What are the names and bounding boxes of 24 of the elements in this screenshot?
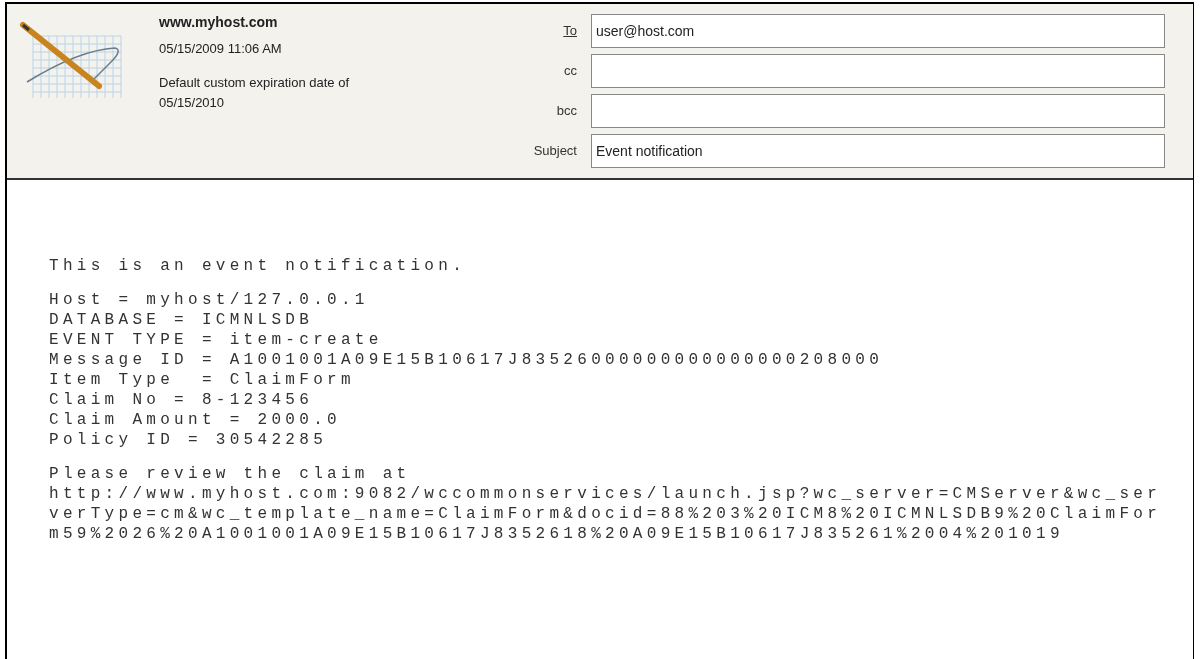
message-line: Item Type = ClaimForm xyxy=(49,370,356,390)
input-field[interactable] xyxy=(591,54,1165,88)
message-line: EVENT TYPE = item-create xyxy=(49,330,384,350)
to-link[interactable]: To xyxy=(563,21,577,41)
message-line: Message ID = A1001001A09E15B10617J83526000000000000000208000 xyxy=(49,350,885,370)
message-line: Claim No = 8-123456 xyxy=(49,390,315,410)
field-label: Subject xyxy=(533,142,577,161)
message-line: This is an event notification. xyxy=(49,256,468,276)
site-name: www.myhost.com xyxy=(159,13,279,32)
input-field[interactable] xyxy=(591,94,1165,128)
message-line: Host = myhost/127.0.0.1 xyxy=(49,290,370,310)
message-line: DATABASE = ICMNLSDB xyxy=(49,310,315,330)
message-line: Policy ID = 30542285 xyxy=(49,430,329,450)
date-text: 05/15/2009 11:06 AM xyxy=(159,40,283,58)
message-line: http://www.myhost.com:9082/wccommonservices/launch.jsp?wc_server=CMServer&wc_ser xyxy=(49,484,1163,504)
message-line: Claim Amount = 2000.0 xyxy=(49,410,342,430)
message-line: verType=cm&wc_template_name=ClaimForm&docid=88%203%20ICM8%20ICMNLSDB9%20ClaimFor xyxy=(49,504,1163,524)
expiration-text: Default custom expiration date of 05/15/2010 xyxy=(159,73,351,112)
field-label: bcc xyxy=(556,102,577,121)
message-line: Please review the claim at xyxy=(49,464,412,484)
input-field[interactable]: Event notification xyxy=(591,134,1165,168)
message-line: m59%2026%20A1001001A09E15B10617J8352618%20A09E15B10617J835261%2004%201019 xyxy=(49,524,1065,544)
input-field[interactable]: user@host.com xyxy=(591,14,1165,48)
field-label: cc xyxy=(564,62,577,81)
